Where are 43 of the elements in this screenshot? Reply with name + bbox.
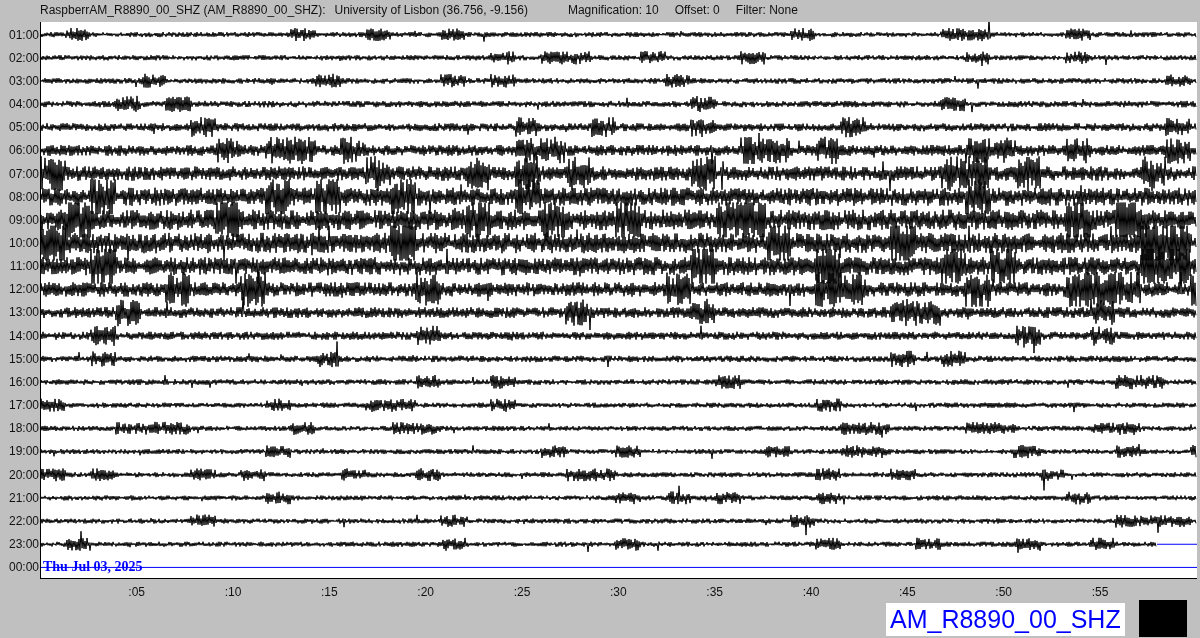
minute-tick-label: :40 [802,584,820,601]
hour-label: 23:00 [8,536,39,553]
hour-label: 18:00 [8,420,39,438]
minute-tick-label: :45 [899,584,916,601]
filter-setting: Filter: None [735,2,798,19]
minute-tick-label: :20 [417,584,434,601]
hour-label: 10:00 [8,235,39,252]
station-location: University of Lisbon (36.756, -9.156) [334,2,528,19]
hour-label: 07:00 [8,165,39,183]
hour-label: 12:00 [8,281,39,299]
hour-label: 15:00 [8,350,39,368]
hour-label: 20:00 [8,466,39,484]
hour-label: 02:00 [8,49,39,67]
hour-label: 05:00 [8,119,39,137]
hour-label: 11:00 [9,258,39,276]
hour-label: 22:00 [8,512,39,530]
magnification-setting: Magnification: 10 [567,2,659,19]
hour-label: 16:00 [8,373,39,391]
minute-tick-label: :25 [513,584,531,601]
hour-label: 08:00 [8,188,39,206]
hour-label: 09:00 [8,211,39,229]
offset-setting: Offset: 0 [674,2,720,19]
hour-label: 21:00 [8,489,39,507]
hour-label: 01:00 [8,26,39,44]
pending-line [1156,543,1197,545]
hour-label: 17:00 [8,397,39,415]
minute-tick-label: :30 [610,584,627,601]
hour-label: 03:00 [8,72,39,90]
minute-tick-label: :55 [1091,584,1109,601]
channel-label: AM_R8890_00_SHZ [886,603,1125,636]
hour-label: 14:00 [8,327,39,345]
hour-label: 04:00 [8,96,39,114]
hour-label: 19:00 [8,443,39,461]
hour-label: 13:00 [8,304,39,322]
minute-tick-label: :15 [321,584,338,601]
hour-label: 06:00 [8,142,39,160]
minute-tick-label: :50 [995,584,1012,601]
hour-label: 00:00 [8,559,39,577]
minute-tick-label: :10 [224,584,242,601]
minute-tick-label: :35 [706,584,723,601]
status-indicator [1138,600,1187,637]
station-name: RaspberrAM_R8890_00_SHZ (AM_R8890_00_SHZ): [40,2,326,19]
minute-tick-label: :05 [128,584,145,601]
